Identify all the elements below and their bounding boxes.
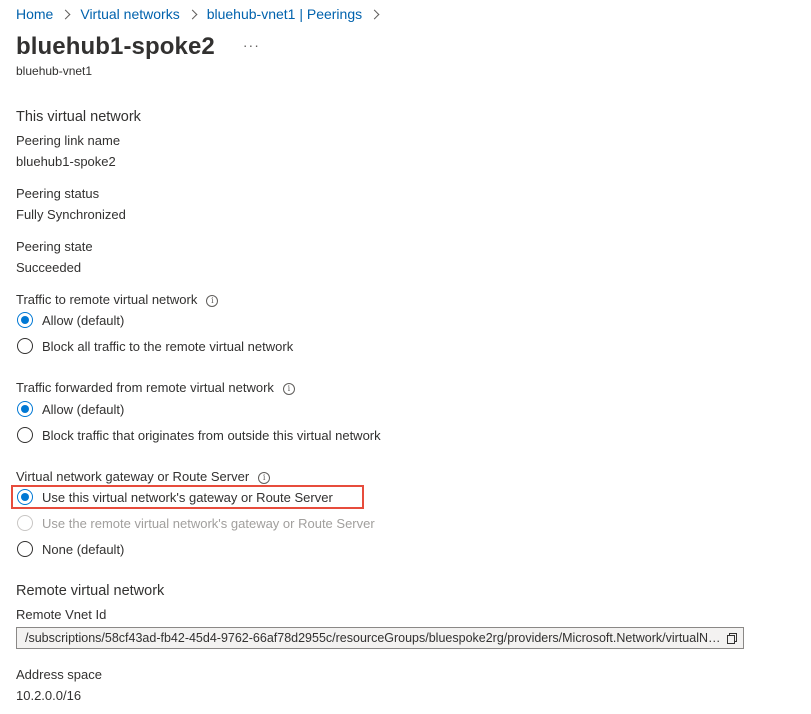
peering-state-value: Succeeded — [16, 260, 82, 275]
radio-traffic-forwarded-allow[interactable]: Allow (default) — [17, 399, 124, 419]
section-this-virtual-network: This virtual network — [16, 109, 141, 125]
radio-label: Use the remote virtual network's gateway… — [42, 515, 375, 531]
remote-vnet-id-field[interactable]: /subscriptions/58cf43ad-fb42-45d4-9762-6… — [16, 627, 744, 649]
radio-label: Use this virtual network's gateway or Ro… — [42, 489, 333, 505]
radio-gateway-use-this[interactable]: Use this virtual network's gateway or Ro… — [17, 487, 333, 507]
title-row: bluehub1-spoke2 ··· — [16, 31, 260, 63]
breadcrumb-virtual-networks[interactable]: Virtual networks — [80, 6, 179, 22]
page-title: bluehub1-spoke2 — [16, 33, 215, 60]
breadcrumb-home[interactable]: Home — [16, 6, 53, 22]
radio-button-selected[interactable] — [17, 312, 33, 328]
breadcrumb: Home Virtual networks bluehub-vnet1 | Pe… — [16, 5, 389, 23]
peering-status-value: Fully Synchronized — [16, 207, 126, 222]
chevron-right-icon — [60, 9, 71, 19]
peering-link-name-label: Peering link name — [16, 133, 121, 148]
address-space-value: 10.2.0.0/16 — [16, 688, 82, 703]
peering-link-name-value: bluehub1-spoke2 — [16, 154, 116, 169]
page-subtitle: bluehub-vnet1 — [16, 64, 93, 78]
address-space-label: Address space — [16, 667, 102, 682]
radio-button-disabled — [17, 515, 33, 531]
radio-traffic-forwarded-block[interactable]: Block traffic that originates from outsi… — [17, 425, 381, 445]
peering-status-label: Peering status — [16, 186, 100, 201]
remote-vnet-id-label: Remote Vnet Id — [16, 607, 107, 622]
radio-label: Allow (default) — [42, 401, 125, 417]
radio-label: Allow (default) — [42, 312, 125, 328]
radio-button-selected[interactable] — [17, 401, 33, 417]
radio-label: Block traffic that originates from outsi… — [42, 427, 381, 443]
chevron-right-icon — [369, 9, 380, 19]
radio-button[interactable] — [17, 338, 33, 354]
info-icon[interactable]: i — [282, 383, 295, 395]
traffic-to-remote-label-text: Traffic to remote virtual network — [16, 292, 198, 307]
more-options-button[interactable]: ··· — [243, 37, 260, 53]
peering-state-label: Peering state — [16, 239, 93, 254]
radio-gateway-none[interactable]: None (default) — [17, 539, 124, 559]
gateway-label-text: Virtual network gateway or Route Server — [16, 469, 250, 484]
radio-button-selected[interactable] — [17, 489, 33, 505]
breadcrumb-peerings[interactable]: bluehub-vnet1 | Peerings — [207, 6, 362, 22]
radio-button[interactable] — [17, 427, 33, 443]
radio-label: None (default) — [42, 541, 125, 557]
traffic-forwarded-label: Traffic forwarded from remote virtual ne… — [16, 380, 295, 396]
traffic-forwarded-label-text: Traffic forwarded from remote virtual ne… — [16, 380, 274, 395]
info-icon[interactable]: i — [206, 295, 219, 307]
radio-gateway-use-remote: Use the remote virtual network's gateway… — [17, 513, 375, 533]
copy-icon[interactable] — [727, 633, 737, 644]
radio-button[interactable] — [17, 541, 33, 557]
section-remote-virtual-network: Remote virtual network — [16, 583, 165, 599]
radio-traffic-to-remote-allow[interactable]: Allow (default) — [17, 310, 124, 330]
radio-label: Block all traffic to the remote virtual … — [42, 338, 294, 354]
info-icon[interactable]: i — [258, 472, 271, 484]
gateway-label: Virtual network gateway or Route Server i — [16, 469, 271, 485]
radio-traffic-to-remote-block[interactable]: Block all traffic to the remote virtual … — [17, 336, 293, 356]
chevron-right-icon — [187, 9, 198, 19]
remote-vnet-id-value: /subscriptions/58cf43ad-fb42-45d4-9762-6… — [25, 631, 721, 645]
traffic-to-remote-label: Traffic to remote virtual network i — [16, 292, 219, 308]
